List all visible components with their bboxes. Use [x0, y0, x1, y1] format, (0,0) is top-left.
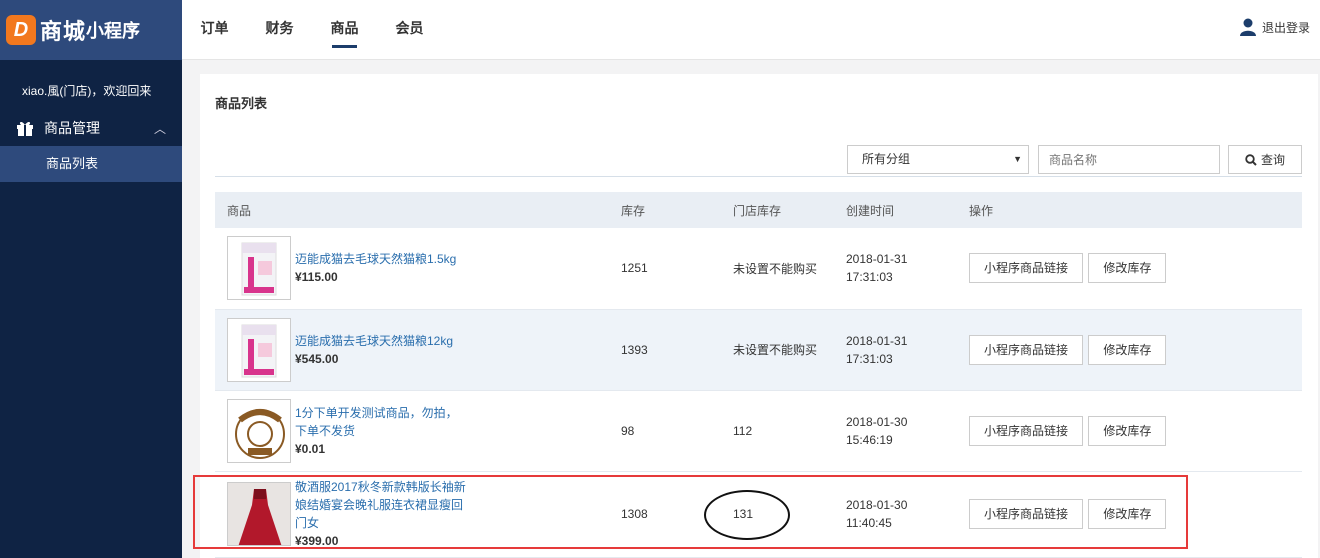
welcome-text: xiao.風(门店)，欢迎回来	[22, 84, 152, 98]
user-icon	[1239, 18, 1256, 36]
column-header-store-stock: 门店库存	[733, 203, 782, 218]
logo-sub-text: 小程序	[86, 21, 141, 41]
menu-group-product-management[interactable]: 商品管理 ︿	[0, 112, 182, 144]
nav-finance[interactable]: 财务	[247, 0, 312, 60]
created-time: 17:31:03	[846, 270, 893, 285]
store-stock-cell: 未设置不能购买	[733, 261, 818, 276]
created-time: 17:31:03	[846, 351, 893, 366]
nav-orders[interactable]: 订单	[182, 0, 247, 60]
created-time: 15:46:19	[846, 432, 893, 447]
top-bar: 订单 财务 商品 会员 退出登录	[182, 0, 1320, 60]
logout-label: 退出登录	[1261, 20, 1310, 35]
product-name-link[interactable]: 1分下单开发测试商品，勿拍，下单不发货	[295, 404, 465, 440]
search-button[interactable]: 查询	[1228, 145, 1302, 174]
miniprogram-link-button[interactable]: 小程序商品链接	[969, 253, 1084, 284]
stock-cell: 1393	[621, 342, 648, 357]
dropdown-arrow-icon: ▼	[1013, 154, 1022, 164]
table-row: 1分下单开发测试商品，勿拍，下单不发货 ¥0.01 98 112 2018-01…	[215, 390, 1302, 471]
stock-cell: 1251	[621, 261, 648, 276]
miniprogram-link-button[interactable]: 小程序商品链接	[969, 334, 1084, 365]
edit-stock-button[interactable]: 修改库存	[1088, 415, 1167, 446]
main-nav: 订单 财务 商品 会员	[182, 0, 442, 60]
circle-annotation	[704, 490, 790, 540]
table-row: 迈能成猫去毛球天然猫粮1.5kg ¥115.00 1251 未设置不能购买 20…	[215, 228, 1302, 309]
product-price: ¥115.00	[295, 270, 338, 285]
app-logo[interactable]: D 商城 小程序	[0, 0, 182, 60]
product-thumbnail[interactable]	[227, 236, 291, 301]
search-button-label: 查询	[1260, 153, 1285, 167]
column-header-stock: 库存	[621, 203, 646, 218]
cat-food-bag-image	[241, 242, 277, 296]
product-price: ¥0.01	[295, 441, 326, 456]
sidebar: D 商城 小程序 xiao.風(门店)，欢迎回来 商品管理 ︿ 商品列表	[0, 0, 182, 558]
product-name-link[interactable]: 迈能成猫去毛球天然猫粮1.5kg	[295, 250, 456, 268]
column-header-actions: 操作	[969, 203, 994, 218]
store-stock-cell: 未设置不能购买	[733, 343, 818, 357]
page-title: 商品列表	[215, 96, 268, 111]
chevron-up-icon: ︿	[153, 121, 166, 136]
nav-members[interactable]: 会员	[377, 0, 442, 60]
product-name-link[interactable]: 迈能成猫去毛球天然猫粮12kg	[295, 332, 453, 350]
column-header-created: 创建时间	[846, 203, 895, 218]
product-thumbnail[interactable]	[227, 398, 291, 463]
nav-products[interactable]: 商品	[312, 0, 377, 60]
category-select[interactable]: 所有分组 ▼	[847, 145, 1029, 174]
edit-stock-button[interactable]: 修改库存	[1088, 253, 1167, 284]
logo-main-text: 商城	[40, 19, 87, 44]
highlight-annotation-box	[193, 475, 1188, 549]
logout-button[interactable]: 退出登录	[1239, 18, 1310, 36]
column-header-product: 商品	[227, 203, 252, 218]
logo-badge-icon: D	[6, 15, 36, 45]
stock-cell: 98	[621, 423, 635, 438]
product-thumbnail[interactable]	[227, 317, 291, 382]
product-name-search-input[interactable]	[1038, 145, 1220, 174]
created-date: 2018-01-31	[846, 252, 908, 267]
gift-icon	[17, 121, 33, 136]
miniprogram-link-button[interactable]: 小程序商品链接	[969, 415, 1084, 446]
table-header-row: 商品 库存 门店库存 创建时间 操作	[215, 192, 1302, 228]
jintuan-logo-image	[235, 408, 285, 459]
menu-group-label: 商品管理	[44, 120, 100, 136]
table-row: 迈能成猫去毛球天然猫粮12kg ¥545.00 1393 未设置不能购买 201…	[215, 309, 1302, 390]
edit-stock-button[interactable]: 修改库存	[1088, 334, 1167, 365]
created-date: 2018-01-31	[846, 333, 908, 348]
store-stock-cell: 112	[733, 423, 753, 438]
product-price: ¥545.00	[295, 351, 339, 366]
created-date: 2018-01-30	[846, 414, 908, 429]
search-icon	[1245, 153, 1257, 166]
cat-food-bag-image	[241, 324, 277, 377]
category-select-value: 所有分组	[862, 152, 911, 166]
sidebar-item-product-list[interactable]: 商品列表	[0, 146, 182, 182]
filter-divider	[215, 176, 1302, 177]
